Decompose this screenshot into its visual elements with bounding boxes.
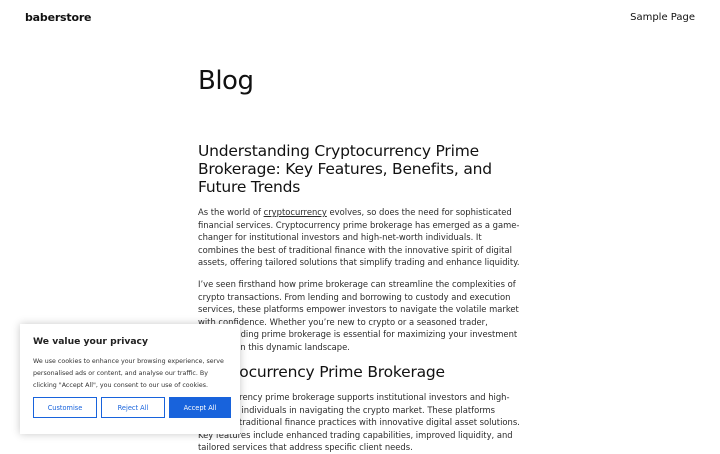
site-title-link[interactable]: baberstore <box>25 11 92 24</box>
cookie-banner-description: We use cookies to enhance your browsing … <box>33 358 224 389</box>
cookie-consent-banner: We value your privacy We use cookies to … <box>20 324 240 434</box>
post-title-link[interactable]: Understanding Cryptocurrency Prime Broke… <box>198 142 518 196</box>
post-paragraph-1: As the world of cryptocurrency evolves, … <box>198 206 523 269</box>
post-paragraph-2: I’ve seen firsthand how prime brokerage … <box>198 279 519 352</box>
site-header: baberstore Sample Page <box>0 0 720 36</box>
cookie-button-group: Customise Reject All Accept All <box>33 397 231 418</box>
reject-all-button[interactable]: Reject All <box>101 397 165 418</box>
nav-link-sample-page[interactable]: Sample Page <box>630 12 695 23</box>
cryptocurrency-link[interactable]: cryptocurrency <box>264 207 327 217</box>
customise-button[interactable]: Customise <box>33 397 97 418</box>
page-title: Blog <box>198 66 254 96</box>
post-paragraph-3: Cryptocurrency prime brokerage supports … <box>198 392 520 453</box>
accept-all-button[interactable]: Accept All <box>169 397 231 418</box>
cookie-banner-title: We value your privacy <box>33 336 148 347</box>
paragraph-text: As the world of <box>198 207 264 217</box>
